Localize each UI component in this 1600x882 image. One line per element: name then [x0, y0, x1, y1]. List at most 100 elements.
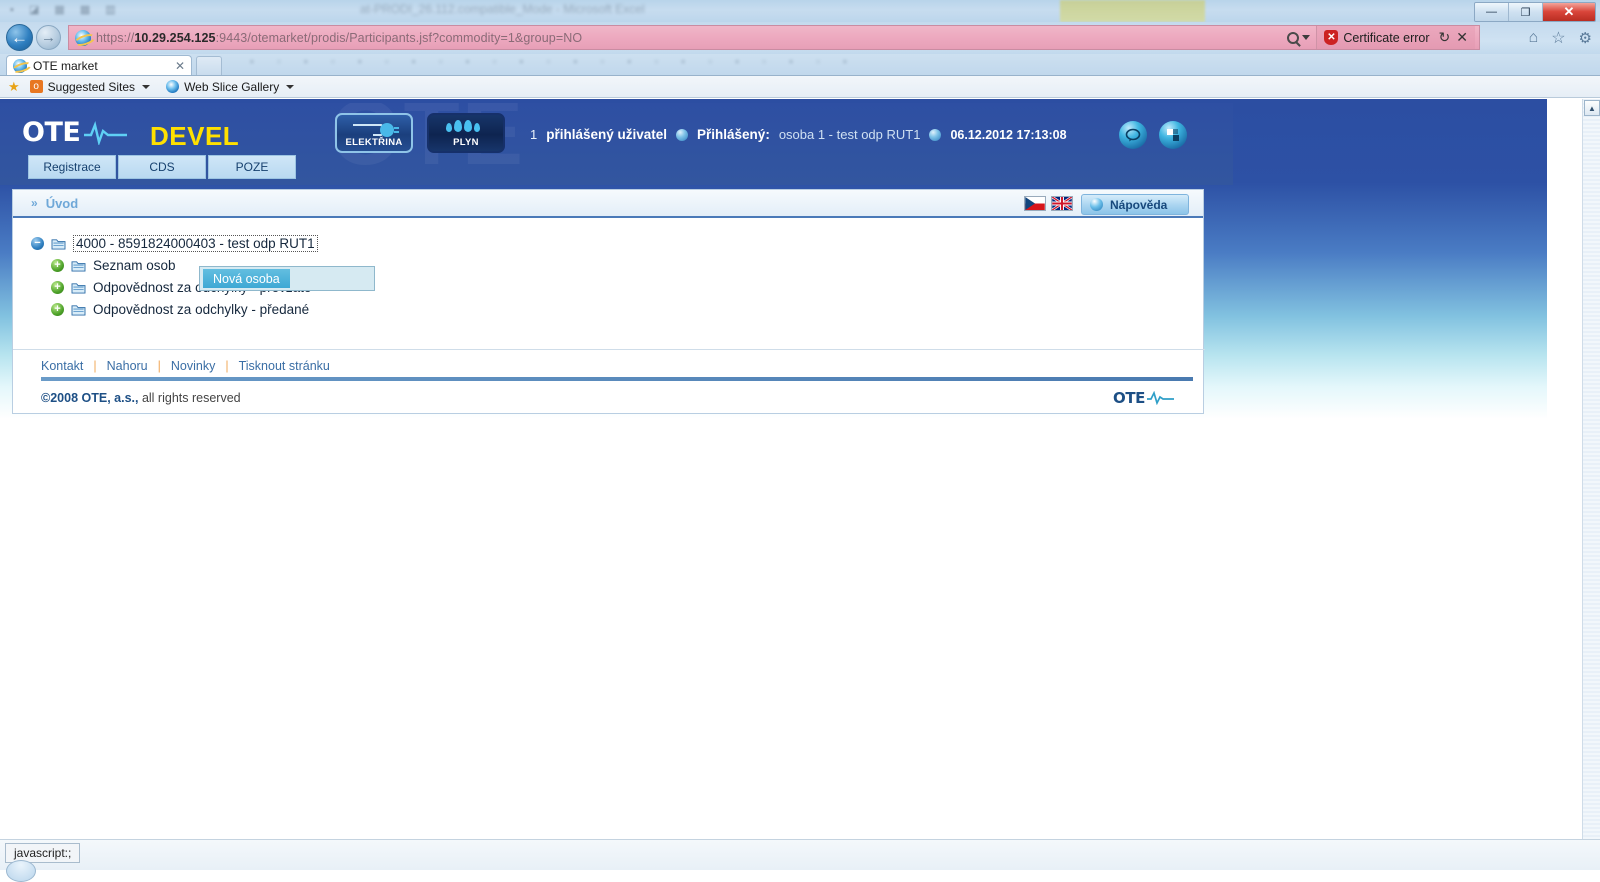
tab-title: OTE market — [33, 59, 98, 73]
ote-logo[interactable]: OTE — [22, 117, 129, 148]
tab-ote-market[interactable]: OTE market ✕ — [6, 55, 192, 76]
breadcrumb-bar: » Úvod Nápověda — [13, 190, 1203, 218]
context-menu-item-nova-osoba[interactable]: Nová osoba — [203, 269, 290, 288]
tab-close-icon[interactable]: ✕ — [175, 59, 185, 73]
commodity-button-plyn[interactable]: PLYN — [427, 113, 505, 153]
back-button[interactable]: ← — [6, 24, 33, 51]
logged-user-count: 1 — [530, 127, 538, 142]
background-window-title: at-PRODI_26.112.compatible_Mode - Micros… — [360, 2, 645, 16]
environment-label: DEVEL — [150, 121, 240, 151]
chevron-down-icon — [142, 84, 151, 89]
tree-expand-icon[interactable]: + — [51, 258, 64, 272]
czech-flag-icon[interactable] — [1024, 196, 1046, 211]
page-viewport: ▲ OTE OTE DEVEL Registrace CDS POZE — [0, 99, 1600, 839]
bullet-icon — [676, 128, 689, 141]
logged-in-label: Přihlášený: — [697, 127, 770, 142]
ote-application: OTE OTE DEVEL Registrace CDS POZE — [0, 99, 1233, 419]
tree-expand-icon[interactable]: + — [51, 280, 64, 294]
search-dropdown-button[interactable] — [1281, 31, 1316, 44]
folder-icon — [51, 238, 66, 250]
participant-tree: − 4000 - 8591824000403 - test odp RUT1 + — [13, 218, 1203, 320]
address-bar-url: https://10.29.254.125:9443/otemarket/pro… — [96, 31, 582, 45]
favorites-star-icon[interactable]: ☆ — [1551, 28, 1565, 48]
session-info: 1 přihlášený uživatel Přihlášený: osoba … — [530, 127, 1067, 142]
waveform-icon — [1147, 391, 1174, 405]
gear-icon[interactable]: ⚙ — [1579, 29, 1592, 47]
page-scrollbar[interactable]: ▲ — [1582, 99, 1600, 839]
language-switcher — [1024, 196, 1073, 211]
url-host: 10.29.254.125 — [134, 30, 216, 45]
url-path: :9443/otemarket/prodis/Participants.jsf?… — [215, 30, 583, 45]
folder-icon — [71, 282, 86, 294]
breadcrumb[interactable]: Úvod — [46, 196, 79, 211]
home-icon[interactable]: ⌂ — [1529, 29, 1539, 47]
address-refresh-stop: ↻ ✕ — [1435, 29, 1468, 46]
app-header: OTE OTE DEVEL Registrace CDS POZE — [0, 103, 1233, 185]
chat-icon[interactable] — [1119, 121, 1147, 149]
add-favorites-icon[interactable]: ★ — [8, 79, 20, 95]
tree-label: Odpovědnost za odchylky - předané — [93, 301, 310, 317]
favorite-label: Suggested Sites — [47, 79, 136, 94]
address-bar[interactable]: https://10.29.254.125:9443/otemarket/pro… — [68, 25, 1480, 50]
restore-button[interactable]: ❐ — [1509, 3, 1543, 21]
certificate-error-label: Certificate error — [1343, 30, 1430, 45]
bullet-icon — [929, 128, 942, 141]
app-nav-tabs: Registrace CDS POZE — [28, 155, 296, 179]
gas-drops-icon — [446, 120, 480, 132]
footer-separator: | — [225, 359, 229, 373]
forward-button[interactable]: → — [36, 25, 61, 50]
scroll-up-arrow-icon[interactable]: ▲ — [1584, 100, 1600, 116]
nav-tab-cds[interactable]: CDS — [118, 155, 206, 179]
footer-divider-bar — [41, 377, 1193, 381]
footer-logo: OTE — [1113, 389, 1175, 407]
footer-link-tisknout-stranku[interactable]: Tisknout stránku — [239, 359, 330, 373]
copyright-rest: all rights reserved — [138, 391, 241, 405]
favorite-web-slice-gallery[interactable]: Web Slice Gallery — [160, 80, 300, 94]
breadcrumb-arrow-icon: » — [31, 196, 38, 210]
favorite-label: Web Slice Gallery — [184, 79, 280, 94]
favorite-suggested-sites[interactable]: o Suggested Sites — [24, 80, 156, 94]
footer-link-kontakt[interactable]: Kontakt — [41, 359, 83, 373]
copyright-company: OTE, a.s., — [81, 391, 139, 405]
tab-favicon-icon — [13, 59, 27, 73]
commodity-button-elektrina[interactable]: ELEKTŘINA — [335, 113, 413, 153]
stop-icon[interactable]: ✕ — [1456, 29, 1468, 46]
refresh-icon[interactable]: ↻ — [1439, 29, 1451, 46]
new-tab-button[interactable] — [196, 56, 222, 75]
background-window-toolbar: ▪ ▫ ▪ ▫ ▪ ▫ ▪ ▫ ▪ ▫ ▪ ▫ ▪ ▫ ▪ ▫ ▪ ▫ ▪ ▫ … — [250, 56, 857, 68]
tree-collapse-icon[interactable]: − — [31, 236, 44, 250]
nav-tab-poze[interactable]: POZE — [208, 155, 296, 179]
folder-icon — [71, 260, 86, 272]
copyright-text: ©2008 OTE, a.s., all rights reserved — [41, 391, 241, 405]
context-menu[interactable]: Nová osoba — [199, 266, 375, 291]
nav-tab-registrace[interactable]: Registrace — [28, 155, 116, 179]
close-button[interactable]: ✕ — [1543, 3, 1595, 21]
minimize-button[interactable]: — — [1475, 3, 1509, 21]
plug-icon — [353, 123, 399, 137]
footer-links: Kontakt | Nahoru | Novinky | Tisknout st… — [13, 349, 1205, 373]
window-controls: — ❐ ✕ — [1474, 2, 1596, 22]
chevron-down-icon — [1302, 35, 1311, 40]
tree-row-participant[interactable]: − 4000 - 8591824000403 - test odp RUT1 — [31, 232, 1203, 254]
background-window-strip — [1060, 0, 1205, 22]
tree-row-odpovednost-predane[interactable]: + Odpovědnost za odchylky - předané — [31, 298, 1203, 320]
apps-icon[interactable] — [1159, 121, 1187, 149]
help-button-label: Nápověda — [1110, 197, 1168, 212]
status-orb-icon — [6, 860, 36, 882]
commodity-label: PLYN — [453, 137, 479, 148]
navigation-bar: ← → https://10.29.254.125:9443/otemarket… — [0, 22, 1600, 54]
server-datetime: 06.12.2012 17:13:08 — [950, 127, 1067, 142]
footer-link-nahoru[interactable]: Nahoru — [107, 359, 148, 373]
footer-link-novinky[interactable]: Novinky — [171, 359, 215, 373]
help-button[interactable]: Nápověda — [1081, 194, 1189, 215]
shield-error-icon: ✕ — [1324, 30, 1339, 45]
tree-expand-icon[interactable]: + — [51, 302, 64, 316]
uk-flag-icon[interactable] — [1051, 196, 1073, 211]
browser-window: ▪ ◪ ▦ ▩ ▥ at-PRODI_26.112.compatible_Mod… — [0, 0, 1600, 882]
browser-toolbar-icons: ⌂ ☆ ⚙ — [1516, 28, 1592, 48]
background-window-icons: ▪ ◪ ▦ ▩ ▥ — [10, 4, 122, 16]
address-bar-actions: ✕ Certificate error ↻ ✕ — [1281, 26, 1479, 49]
footer-separator: | — [157, 359, 161, 373]
tree-label: 4000 - 8591824000403 - test odp RUT1 — [73, 234, 318, 252]
certificate-error-badge[interactable]: ✕ Certificate error ↻ ✕ — [1316, 26, 1475, 49]
